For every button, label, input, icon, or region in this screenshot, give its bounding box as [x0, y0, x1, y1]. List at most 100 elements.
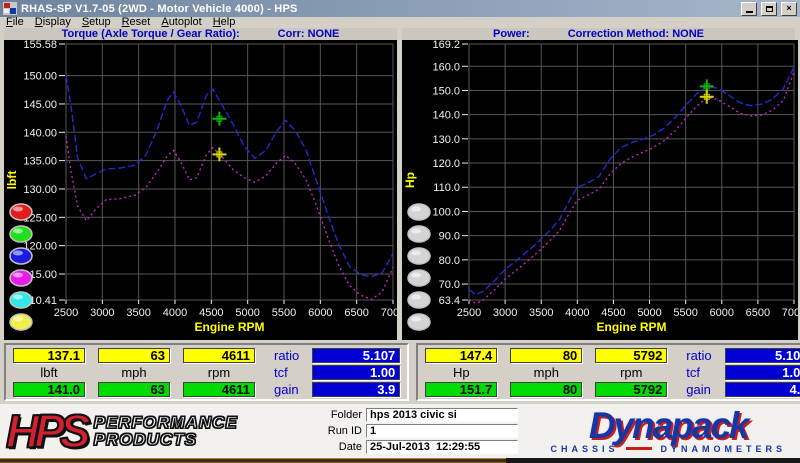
- run-select-button-1[interactable]: [407, 203, 431, 221]
- run-button-highlight: [411, 316, 421, 322]
- run-select-button-3[interactable]: [407, 247, 431, 265]
- menu-help[interactable]: Help: [209, 17, 243, 28]
- power-correction-label: Correction Method: NONE: [567, 28, 704, 40]
- run-button-highlight: [411, 272, 421, 278]
- dynapack-dynamometers-text: DYNAMOMETERS: [660, 443, 786, 454]
- run-select-button-3[interactable]: [9, 247, 33, 265]
- run-select-button-5[interactable]: [407, 291, 431, 309]
- hps-logo-words: PERFORMANCE PRODUCTS: [93, 413, 238, 448]
- chart-area: Torque (Axle Torque / Gear Ratio): Corr:…: [0, 28, 800, 340]
- rpm-unit-label: rpm: [207, 365, 231, 380]
- tcf-label: tcf: [274, 365, 288, 380]
- folder-label: Folder: [330, 409, 362, 421]
- hps-logo-line1: PERFORMANCE: [93, 413, 238, 432]
- dynapack-chassis-text: CHASSIS: [550, 443, 619, 454]
- y-tick-label: 120.0: [432, 158, 460, 170]
- tcf-value: 1.00: [312, 365, 401, 380]
- y-tick-label: 70.0: [439, 279, 460, 291]
- run-id-input[interactable]: [366, 424, 518, 438]
- power-cursor2-value: 151.7: [425, 382, 498, 397]
- menu-reset[interactable]: Reset: [118, 17, 158, 28]
- hps-logo-mark: HPS: [5, 405, 92, 457]
- date-row: Date: [320, 440, 520, 454]
- gain-label: gain: [274, 382, 299, 397]
- x-tick-label: 5000: [235, 307, 259, 319]
- run-select-button-4[interactable]: [407, 269, 431, 287]
- bottom-strip: [0, 458, 800, 463]
- x-tick-label: 6500: [746, 307, 770, 319]
- rpm-unit-label: rpm: [620, 365, 643, 380]
- x-tick-label: 5500: [673, 307, 697, 319]
- y-tick-label: 130.00: [23, 184, 57, 196]
- run-info-fields: Folder Run ID Date: [320, 408, 520, 454]
- run-button-highlight: [13, 294, 23, 300]
- power-run-2-curve: [468, 66, 795, 296]
- x-tick-label: 6000: [710, 307, 734, 319]
- torque-unit-label: lbft: [40, 365, 58, 380]
- run-button-highlight: [13, 272, 23, 278]
- torque-run-2-curve: [65, 75, 394, 278]
- ratio-label: ratio: [686, 348, 712, 363]
- y-tick-label: 145.00: [23, 99, 57, 111]
- x-tick-label: 3500: [529, 307, 553, 319]
- run-button-highlight: [13, 316, 23, 322]
- x-axis-title: Engine RPM: [596, 320, 666, 334]
- torque-cursor2-value: 141.0: [13, 382, 85, 397]
- minimize-button[interactable]: [741, 1, 757, 16]
- torque-chart[interactable]: 155.58150.00145.00140.00135.00130.00125.…: [4, 40, 397, 340]
- x-tick-label: 2500: [54, 307, 78, 319]
- power-readout-panel: 147.4 80 5792 ratio 5.107 Hp mph rpm tcf…: [416, 343, 800, 401]
- y-tick-label: 140.0: [432, 110, 460, 122]
- run-select-button-6[interactable]: [9, 313, 33, 331]
- x-tick-label: 5000: [637, 307, 661, 319]
- run-select-button-2[interactable]: [9, 225, 33, 243]
- rpm-cursor-value: 5792: [595, 348, 668, 363]
- bottom-strip-accent: [0, 458, 506, 463]
- torque-chart-title: Torque (Axle Torque / Gear Ratio):: [61, 28, 240, 40]
- power-chart[interactable]: 169.2 160.0 150.0 140.0 130.0 120.0 110.0 100.0…: [402, 40, 798, 340]
- run-select-button-6[interactable]: [407, 313, 431, 331]
- menu-bar: File Display Setup Reset Autoplot Help: [0, 17, 800, 28]
- run-select-button-2[interactable]: [407, 225, 431, 243]
- ratio-label: ratio: [274, 348, 300, 363]
- restore-button[interactable]: [761, 1, 777, 16]
- speed-unit-label: mph: [533, 365, 559, 380]
- x-axis-title: Engine RPM: [194, 320, 264, 334]
- x-tick-label: 3500: [126, 307, 150, 319]
- power-run-1-curve: [468, 71, 795, 305]
- folder-input[interactable]: [366, 408, 518, 422]
- restore-icon: [765, 5, 773, 12]
- y-tick-label: 135.00: [23, 156, 57, 168]
- folder-row: Folder: [320, 408, 520, 422]
- x-tick-label: 4500: [199, 307, 223, 319]
- x-tick-label: 6000: [308, 307, 332, 319]
- date-input[interactable]: [366, 440, 518, 454]
- power-chart-panel: Power: Correction Method: NONE 169.2 160.…: [402, 28, 798, 340]
- x-tick-label: 5500: [272, 307, 296, 319]
- dynapack-logo: Dynapack CHASSIS DYNAMOMETERS: [550, 407, 794, 454]
- y-tick-label: 80.0: [439, 255, 460, 267]
- run-button-highlight: [13, 250, 23, 256]
- close-button[interactable]: ×: [781, 1, 797, 16]
- menu-display[interactable]: Display: [31, 17, 78, 28]
- run-select-button-4[interactable]: [9, 269, 33, 287]
- rpm-cursor2-value: 5792: [595, 382, 668, 397]
- y-tick-label: 100.0: [432, 206, 460, 218]
- rpm-cursor2-value: 4611: [183, 382, 255, 397]
- x-tick-label: 3000: [493, 307, 517, 319]
- gain-label: gain: [686, 382, 711, 397]
- menu-file[interactable]: File: [2, 17, 31, 28]
- y-tick-label: 140.00: [23, 127, 57, 139]
- run-select-button-5[interactable]: [9, 291, 33, 309]
- power-chart-title: Power:: [493, 28, 530, 40]
- y-tick-label: 63.4: [439, 295, 460, 307]
- run-select-button-1[interactable]: [9, 203, 33, 221]
- run-button-highlight: [411, 250, 421, 256]
- menu-setup[interactable]: Setup: [78, 17, 118, 28]
- torque-chart-header: Torque (Axle Torque / Gear Ratio): Corr:…: [4, 28, 397, 40]
- power-cursor-value: 147.4: [425, 348, 498, 363]
- x-tick-label: 2500: [457, 307, 481, 319]
- tcf-value: 1.00: [724, 365, 800, 380]
- menu-autoplot[interactable]: Autoplot: [157, 17, 208, 28]
- title-bar: RHAS-SP V1.7-05 (2WD - Motor Vehicle 400…: [0, 0, 800, 17]
